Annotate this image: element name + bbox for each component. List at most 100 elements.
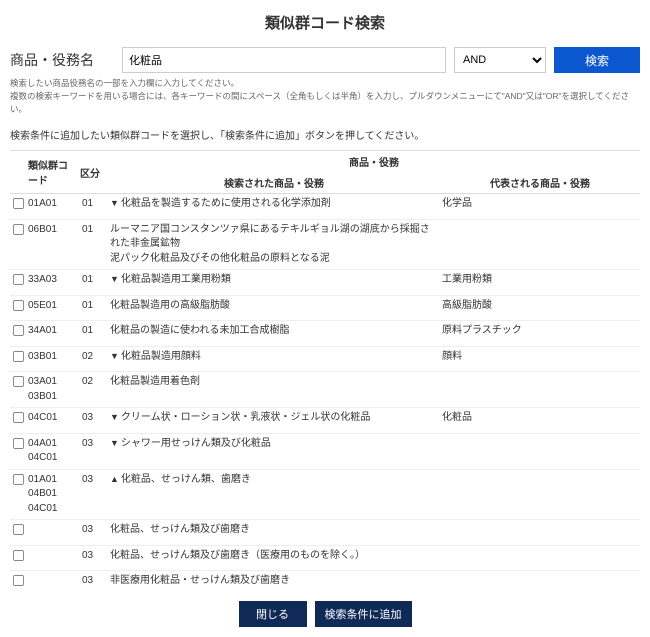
row-name: ルーマニア国コンスタンツァ県にあるテキルギョル湖の湖底から採掘された非金属鉱物 … [108,219,440,270]
table-row: 34A0101化粧品の製造に使われる未加工合成樹脂原料プラスチック [10,321,640,347]
table-row: 01A0101▼化粧品を製造するために使用される化学添加剤化学品 [10,194,640,220]
row-name-text: 化粧品製造用の高級脂肪酸 [110,300,230,311]
row-division: 01 [78,219,108,270]
row-representative: 化学品 [440,194,640,220]
hint-2: 複数の検索キーワードを用いる場合には、各キーワードの間にスペース（全角もしくは半… [10,90,640,116]
caret-down-icon[interactable]: ▼ [110,411,119,424]
footer-buttons: 閉じる 検索条件に追加 [10,591,640,627]
row-representative: 顔料 [440,346,640,372]
row-division: 01 [78,321,108,347]
row-name-text: 化粧品製造用着色剤 [110,376,200,387]
row-code: 01A01 04B01 04C01 [26,469,78,520]
row-checkbox[interactable] [13,412,24,423]
table-row: 04A01 04C0103▼シャワー用せっけん類及び化粧品 [10,433,640,469]
search-button[interactable]: 検索 [554,47,640,73]
page-title: 類似群コード検索 [10,4,640,47]
row-division: 02 [78,346,108,372]
hint-1: 検索したい商品役務名の一部を入力欄に入力してください。 [10,77,640,90]
row-name-text: 化粧品を製造するために使用される化学添加剤 [121,198,331,209]
row-code [26,545,78,571]
caret-up-icon[interactable]: ▲ [110,473,119,486]
row-name: 化粧品、せっけん類及び歯磨き（医療用のものを除く。） [108,545,440,571]
row-name-text: ルーマニア国コンスタンツァ県にあるテキルギョル湖の湖底から採掘された非金属鉱物 … [110,224,430,264]
logic-select[interactable]: ANDOR [454,47,546,73]
row-representative: 原料プラスチック [440,321,640,347]
table-row: 01A01 04B01 04C0103▲化粧品、せっけん類、歯磨き [10,469,640,520]
row-representative [440,520,640,546]
row-division: 01 [78,295,108,321]
header-group: 商品・役務 [108,151,640,172]
row-division: 01 [78,270,108,296]
row-checkbox[interactable] [13,274,24,285]
row-name-text: 非医療用化粧品・せっけん類及び歯磨き [110,575,290,586]
instruction: 検索条件に追加したい類似群コードを選択し、「検索条件に追加」ボタンを押してくださ… [10,127,640,142]
results-scroll[interactable]: 類似群コード 区分 商品・役務 検索された商品・役務 代表される商品・役務 01… [10,151,640,591]
row-checkbox[interactable] [13,474,24,485]
row-checkbox[interactable] [13,575,24,586]
row-code: 03B01 [26,346,78,372]
row-name: ▲化粧品、せっけん類、歯磨き [108,469,440,520]
results-tbody: 01A0101▼化粧品を製造するために使用される化学添加剤化学品06B0101ル… [10,194,640,592]
row-checkbox[interactable] [13,198,24,209]
row-code: 33A03 [26,270,78,296]
row-representative: 工業用粉類 [440,270,640,296]
row-checkbox[interactable] [13,300,24,311]
row-code [26,571,78,592]
close-button[interactable]: 閉じる [239,601,307,627]
row-checkbox[interactable] [13,351,24,362]
row-name: ▼化粧品を製造するために使用される化学添加剤 [108,194,440,220]
table-row: 05E0101化粧品製造用の高級脂肪酸 高級脂肪酸 [10,295,640,321]
table-row: 06B0101ルーマニア国コンスタンツァ県にあるテキルギョル湖の湖底から採掘され… [10,219,640,270]
row-division: 03 [78,571,108,592]
search-input[interactable] [122,47,446,73]
row-name: 化粧品、せっけん類及び歯磨き [108,520,440,546]
row-name: 非医療用化粧品・せっけん類及び歯磨き [108,571,440,592]
search-row: 商品・役務名 ANDOR 検索 [10,47,640,73]
row-representative [440,219,640,270]
row-checkbox[interactable] [13,438,24,449]
row-division: 01 [78,194,108,220]
row-checkbox[interactable] [13,550,24,561]
caret-down-icon[interactable]: ▼ [110,437,119,450]
row-code: 05E01 [26,295,78,321]
row-representative [440,571,640,592]
row-name-text: 化粧品の製造に使われる未加工合成樹脂 [110,325,290,336]
table-row: 03化粧品、せっけん類及び歯磨き [10,520,640,546]
row-code [26,520,78,546]
row-name: 化粧品製造用の高級脂肪酸 [108,295,440,321]
row-name: 化粧品の製造に使われる未加工合成樹脂 [108,321,440,347]
header-searched: 検索された商品・役務 [108,172,440,194]
row-name: ▼シャワー用せっけん類及び化粧品 [108,433,440,469]
row-name: ▼化粧品製造用顔料 [108,346,440,372]
row-division: 03 [78,469,108,520]
table-row: 04C0103▼クリーム状・ローション状・乳液状・ジェル状の化粧品化粧品 [10,408,640,434]
row-name-text: 化粧品製造用顔料 [121,351,201,362]
row-division: 03 [78,408,108,434]
row-representative: 高級脂肪酸 [440,295,640,321]
row-code: 04C01 [26,408,78,434]
row-name: 化粧品製造用着色剤 [108,372,440,408]
caret-down-icon[interactable]: ▼ [110,350,119,363]
row-code: 06B01 [26,219,78,270]
caret-down-icon[interactable]: ▼ [110,197,119,210]
row-name-text: 化粧品、せっけん類、歯磨き [121,474,251,485]
row-name: ▼化粧品製造用工業用粉類 [108,270,440,296]
add-to-criteria-button[interactable]: 検索条件に追加 [315,601,412,627]
row-checkbox[interactable] [13,524,24,535]
row-checkbox[interactable] [13,325,24,336]
row-name-text: 化粧品、せっけん類及び歯磨き [110,524,250,535]
row-name-text: 化粧品、せっけん類及び歯磨き（医療用のものを除く。） [110,550,365,561]
caret-down-icon[interactable]: ▼ [110,273,119,286]
row-representative: 化粧品 [440,408,640,434]
header-code: 類似群コード [26,151,78,194]
header-representative: 代表される商品・役務 [440,172,640,194]
row-representative [440,433,640,469]
row-division: 03 [78,520,108,546]
row-code: 03A01 03B01 [26,372,78,408]
row-representative [440,545,640,571]
row-checkbox[interactable] [13,224,24,235]
row-representative [440,469,640,520]
table-row: 33A0301▼化粧品製造用工業用粉類工業用粉類 [10,270,640,296]
search-hints: 検索したい商品役務名の一部を入力欄に入力してください。 複数の検索キーワードを用… [10,77,640,115]
row-checkbox[interactable] [13,376,24,387]
